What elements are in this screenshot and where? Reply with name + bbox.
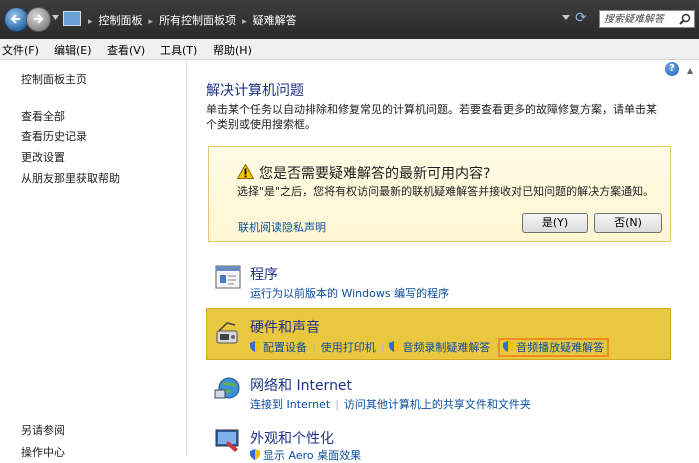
breadcrumb: ▸ 控制面板 ▸ 所有控制面板项 ▸ 疑难解答 bbox=[82, 12, 297, 28]
breadcrumb-separator[interactable]: ▸ bbox=[149, 17, 154, 27]
notice-question: 您是否需要疑难解答的最新可用内容? bbox=[259, 166, 491, 182]
sidebar: 控制面板主页 查看全部 查看历史记录 更改设置 从朋友那里获取帮助 另请参阅 操… bbox=[0, 60, 187, 459]
shield-icon bbox=[250, 341, 260, 352]
page-description: 单击某个任务以自动排除和修复常见的计算机问题。若要查看更多的故障修复方案，请单击… bbox=[206, 103, 657, 131]
breadcrumb-separator[interactable]: ▸ bbox=[242, 17, 247, 27]
link-use-printer[interactable]: 使用打印机 bbox=[321, 341, 376, 354]
category-appearance-title[interactable]: 外观和个性化 bbox=[250, 428, 334, 448]
link-connect-internet[interactable]: 连接到 Internet bbox=[250, 398, 330, 411]
breadcrumb-separator: ▸ bbox=[88, 17, 93, 27]
category-hardware-sound-title[interactable]: 硬件和声音 bbox=[250, 317, 320, 337]
shield-icon bbox=[389, 341, 400, 352]
category-network-links: 连接到 Internet | 访问其他计算机上的共享文件和文件夹 bbox=[250, 396, 531, 412]
menu-bar: 文件(F) 编辑(E) 查看(V) 工具(T) 帮助(H) bbox=[0, 39, 699, 60]
network-icon[interactable] bbox=[214, 374, 242, 402]
category-hardware-sound: 硬件和声音 配置设备 | 使用打印机 | 音频录制疑难解答 | 音频播放疑难解答 bbox=[206, 308, 671, 360]
help-icon[interactable]: ? bbox=[665, 62, 679, 76]
category-programs-title[interactable]: 程序 bbox=[250, 264, 278, 284]
breadcrumb-item-all-items[interactable]: 所有控制面板项 bbox=[159, 14, 236, 27]
sidebar-link-view-all[interactable]: 查看全部 bbox=[21, 108, 65, 124]
shield-icon bbox=[503, 341, 514, 352]
link-divider: | bbox=[312, 341, 316, 354]
address-bar: ▸ 控制面板 ▸ 所有控制面板项 ▸ 疑难解答 ⟳ bbox=[0, 0, 699, 39]
link-audio-playback-label[interactable]: 音频播放疑难解答 bbox=[516, 341, 604, 354]
control-panel-icon bbox=[63, 11, 81, 26]
link-run-older-programs[interactable]: 运行为以前版本的 Windows 编写的程序 bbox=[250, 287, 449, 300]
menu-help[interactable]: 帮助(H) bbox=[213, 42, 252, 58]
link-audio-recording[interactable]: 音频录制疑难解答 bbox=[389, 341, 490, 354]
breadcrumb-item-troubleshooting[interactable]: 疑难解答 bbox=[253, 14, 297, 27]
link-audio-recording-label[interactable]: 音频录制疑难解答 bbox=[402, 341, 490, 354]
address-dropdown-icon[interactable] bbox=[562, 15, 570, 20]
link-divider: | bbox=[380, 341, 385, 354]
menu-tools[interactable]: 工具(T) bbox=[160, 42, 197, 58]
sidebar-link-action-center[interactable]: 操作中心 bbox=[21, 444, 65, 460]
refresh-icon[interactable]: ⟳ bbox=[575, 10, 587, 26]
yes-button[interactable]: 是(Y) bbox=[522, 213, 588, 233]
sidebar-link-history[interactable]: 查看历史记录 bbox=[21, 128, 87, 144]
hardware-sound-icon[interactable] bbox=[214, 319, 242, 347]
no-button[interactable]: 否(N) bbox=[594, 213, 662, 233]
appearance-icon[interactable] bbox=[214, 427, 242, 455]
arrow-left-icon bbox=[10, 14, 20, 24]
category-appearance-links: 显示 Aero 桌面效果 bbox=[250, 447, 361, 463]
page-title: 解决计算机问题 bbox=[206, 83, 304, 99]
see-also-heading: 另请参阅 bbox=[21, 424, 65, 437]
chevron-down-icon[interactable] bbox=[52, 15, 59, 20]
sidebar-link-get-help[interactable]: 从朋友那里获取帮助 bbox=[21, 170, 120, 186]
link-audio-playback[interactable]: 音频播放疑难解答 bbox=[498, 338, 610, 357]
warning-icon bbox=[237, 164, 254, 179]
sidebar-link-home[interactable]: 控制面板主页 bbox=[21, 71, 87, 87]
forward-button[interactable] bbox=[26, 7, 51, 32]
link-shared-files[interactable]: 访问其他计算机上的共享文件和文件夹 bbox=[344, 398, 531, 411]
search-input[interactable] bbox=[604, 12, 676, 26]
category-network-title[interactable]: 网络和 Internet bbox=[250, 375, 352, 395]
breadcrumb-item-control-panel[interactable]: 控制面板 bbox=[99, 14, 143, 27]
sidebar-link-settings[interactable]: 更改设置 bbox=[21, 149, 65, 165]
update-notice: 您是否需要疑难解答的最新可用内容? 选择"是"之后，您将有权访问最新的联机疑难解… bbox=[208, 146, 671, 242]
search-icon[interactable] bbox=[679, 13, 691, 25]
menu-file[interactable]: 文件(F) bbox=[2, 42, 39, 58]
search-box[interactable] bbox=[599, 10, 695, 28]
link-configure-device-label[interactable]: 配置设备 bbox=[263, 341, 307, 354]
notice-body: 选择"是"之后，您将有权访问最新的联机疑难解答并接收对已知问题的解决方案通知。 bbox=[237, 185, 655, 198]
link-divider: | bbox=[335, 398, 339, 411]
menu-view[interactable]: 查看(V) bbox=[107, 42, 145, 58]
link-aero-effects-label[interactable]: 显示 Aero 桌面效果 bbox=[263, 449, 361, 462]
arrow-right-icon bbox=[34, 14, 44, 24]
category-hardware-sound-links: 配置设备 | 使用打印机 | 音频录制疑难解答 | 音频播放疑难解答 bbox=[250, 338, 610, 357]
scroll-up-icon[interactable]: ▲ bbox=[687, 66, 693, 75]
privacy-link[interactable]: 联机阅读隐私声明 bbox=[238, 219, 326, 235]
category-programs-links: 运行为以前版本的 Windows 编写的程序 bbox=[250, 285, 449, 301]
link-configure-device[interactable]: 配置设备 bbox=[250, 341, 307, 354]
programs-icon[interactable] bbox=[214, 263, 242, 291]
link-aero-effects[interactable]: 显示 Aero 桌面效果 bbox=[250, 449, 361, 462]
menu-edit[interactable]: 编辑(E) bbox=[54, 42, 92, 58]
